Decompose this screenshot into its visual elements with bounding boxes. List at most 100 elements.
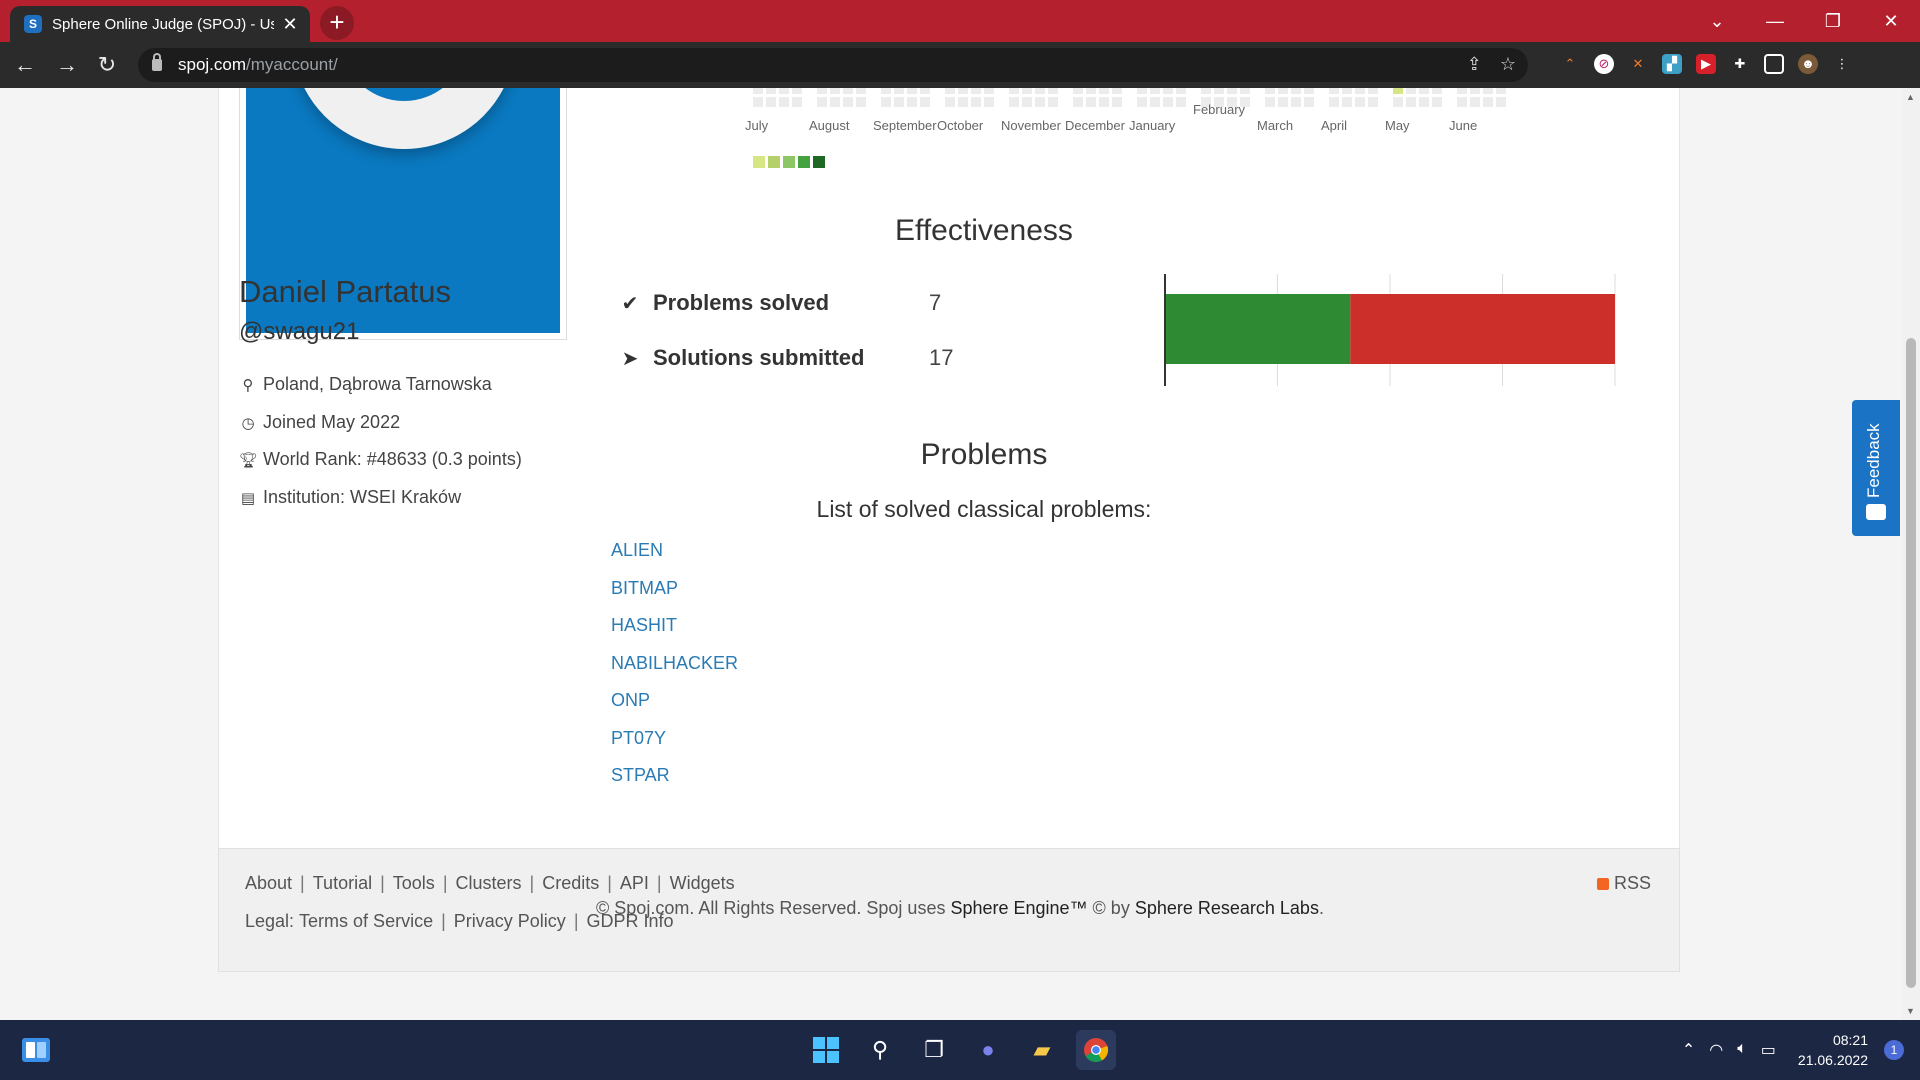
calendar-day-cell[interactable] — [920, 88, 930, 94]
calendar-day-cell[interactable] — [1009, 88, 1019, 94]
menu-dots-icon[interactable]: ⋮ — [1832, 54, 1852, 74]
calendar-day-cell[interactable] — [1432, 97, 1442, 107]
calendar-day-cell[interactable] — [856, 88, 866, 94]
calendar-day-cell[interactable] — [766, 97, 776, 107]
calendar-day-cell[interactable] — [1240, 88, 1250, 94]
share-icon[interactable]: ⇪ — [1467, 54, 1482, 75]
problem-link[interactable]: STPAR — [611, 765, 738, 803]
calendar-day-cell[interactable] — [1432, 88, 1442, 94]
calendar-day-cell[interactable] — [1022, 88, 1032, 94]
calendar-day-cell[interactable] — [1073, 88, 1083, 94]
search-icon[interactable]: ⚲ — [860, 1030, 900, 1070]
problem-link[interactable]: PT07Y — [611, 728, 738, 766]
extension-video-icon[interactable]: ▶ — [1696, 54, 1716, 74]
minimize-button[interactable]: — — [1746, 11, 1804, 32]
footer-link[interactable]: Tutorial — [313, 873, 372, 894]
calendar-day-cell[interactable] — [792, 97, 802, 107]
calendar-day-cell[interactable] — [1483, 97, 1493, 107]
footer-link[interactable]: Credits — [542, 873, 599, 894]
rss-link[interactable]: RSS — [1596, 873, 1651, 894]
wifi-icon[interactable]: ◠ — [1709, 1040, 1723, 1060]
calendar-day-cell[interactable] — [971, 88, 981, 94]
start-button[interactable] — [806, 1030, 846, 1070]
calendar-day-cell[interactable] — [817, 97, 827, 107]
calendar-day-cell[interactable] — [1009, 97, 1019, 107]
close-window-button[interactable]: ✕ — [1862, 11, 1920, 32]
calendar-day-cell[interactable] — [753, 88, 763, 94]
calendar-day-cell[interactable] — [1163, 88, 1173, 94]
calendar-day-cell[interactable] — [1393, 88, 1403, 94]
sphere-engine-link[interactable]: Sphere Engine™ — [950, 898, 1087, 918]
calendar-day-cell[interactable] — [1457, 97, 1467, 107]
calendar-day-cell[interactable] — [1201, 88, 1211, 94]
extensions-puzzle-icon[interactable]: ✚ — [1730, 54, 1750, 74]
calendar-day-cell[interactable] — [1086, 97, 1096, 107]
calendar-day-cell[interactable] — [1496, 97, 1506, 107]
problem-link[interactable]: HASHIT — [611, 615, 738, 653]
bookmark-star-icon[interactable]: ☆ — [1500, 54, 1516, 75]
chrome-icon[interactable] — [1076, 1030, 1116, 1070]
calendar-day-cell[interactable] — [1112, 88, 1122, 94]
side-panel-icon[interactable] — [1764, 54, 1784, 74]
problem-link[interactable]: ALIEN — [611, 540, 738, 578]
calendar-day-cell[interactable] — [1342, 97, 1352, 107]
calendar-day-cell[interactable] — [830, 88, 840, 94]
calendar-day-cell[interactable] — [1278, 97, 1288, 107]
calendar-day-cell[interactable] — [753, 97, 763, 107]
address-bar[interactable]: spoj.com /myaccount/ ⇪ ☆ — [138, 48, 1528, 82]
close-tab-icon[interactable]: ✕ — [280, 14, 300, 35]
calendar-day-cell[interactable] — [1265, 88, 1275, 94]
calendar-day-cell[interactable] — [1406, 97, 1416, 107]
calendar-day-cell[interactable] — [1496, 88, 1506, 94]
calendar-day-cell[interactable] — [1278, 88, 1288, 94]
calendar-day-cell[interactable] — [1086, 88, 1096, 94]
volume-icon[interactable]: 🔈︎ — [1737, 1040, 1747, 1060]
calendar-day-cell[interactable] — [1214, 88, 1224, 94]
calendar-day-cell[interactable] — [1150, 88, 1160, 94]
task-view-icon[interactable]: ❐ — [914, 1030, 954, 1070]
calendar-day-cell[interactable] — [945, 97, 955, 107]
calendar-day-cell[interactable] — [1419, 88, 1429, 94]
active-tab[interactable]: S Sphere Online Judge (SPOJ) - Us ✕ — [10, 6, 310, 42]
calendar-day-cell[interactable] — [1112, 97, 1122, 107]
extension-tile-icon[interactable]: ▞ — [1662, 54, 1682, 74]
calendar-day-cell[interactable] — [1304, 88, 1314, 94]
chevron-up-icon[interactable]: ⌃ — [1682, 1040, 1695, 1060]
calendar-day-cell[interactable] — [1470, 88, 1480, 94]
problem-link[interactable]: BITMAP — [611, 578, 738, 616]
footer-link[interactable]: Widgets — [670, 873, 735, 894]
calendar-day-cell[interactable] — [907, 97, 917, 107]
back-icon[interactable]: ← — [10, 50, 40, 80]
calendar-day-cell[interactable] — [830, 97, 840, 107]
calendar-day-cell[interactable] — [894, 97, 904, 107]
calendar-day-cell[interactable] — [1355, 97, 1365, 107]
calendar-day-cell[interactable] — [1329, 88, 1339, 94]
footer-link[interactable]: Tools — [393, 873, 435, 894]
calendar-day-cell[interactable] — [881, 88, 891, 94]
calendar-day-cell[interactable] — [1099, 97, 1109, 107]
calendar-day-cell[interactable] — [1073, 97, 1083, 107]
calendar-day-cell[interactable] — [1368, 88, 1378, 94]
calendar-day-cell[interactable] — [1150, 97, 1160, 107]
calendar-day-cell[interactable] — [1457, 88, 1467, 94]
restore-button[interactable]: ❐ — [1804, 11, 1862, 32]
extension-arrow-icon[interactable]: ⌃ — [1560, 54, 1580, 74]
new-tab-button[interactable]: + — [320, 6, 354, 40]
calendar-day-cell[interactable] — [843, 88, 853, 94]
calendar-day-cell[interactable] — [907, 88, 917, 94]
sphere-labs-link[interactable]: Sphere Research Labs — [1135, 898, 1319, 918]
widgets-icon[interactable] — [22, 1038, 50, 1062]
calendar-day-cell[interactable] — [766, 88, 776, 94]
calendar-day-cell[interactable] — [881, 97, 891, 107]
calendar-day-cell[interactable] — [1406, 88, 1416, 94]
calendar-day-cell[interactable] — [984, 97, 994, 107]
calendar-day-cell[interactable] — [1342, 88, 1352, 94]
problem-link[interactable]: ONP — [611, 690, 738, 728]
calendar-day-cell[interactable] — [984, 88, 994, 94]
footer-link[interactable]: About — [245, 873, 292, 894]
calendar-day-cell[interactable] — [958, 97, 968, 107]
battery-icon[interactable]: ▭ — [1761, 1040, 1776, 1060]
forward-icon[interactable]: → — [52, 50, 82, 80]
calendar-day-cell[interactable] — [779, 97, 789, 107]
teams-chat-icon[interactable]: ● — [968, 1030, 1008, 1070]
